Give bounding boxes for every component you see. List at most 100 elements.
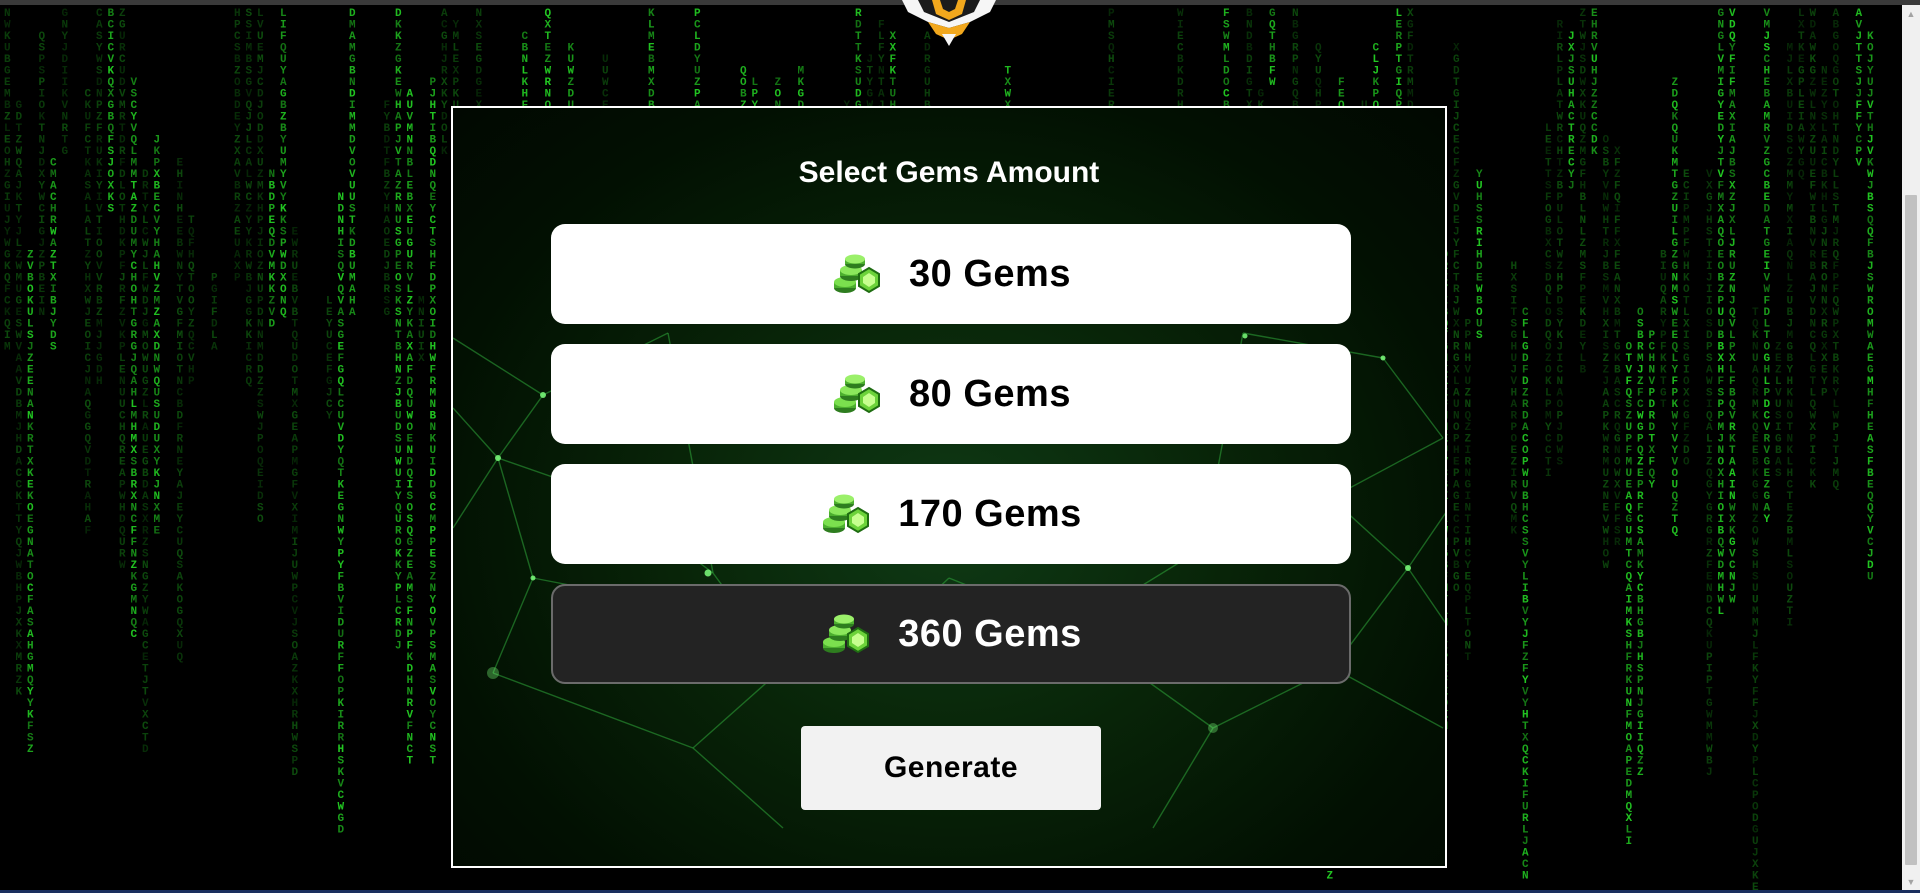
matrix-glyph: K <box>890 66 897 78</box>
matrix-glyph: A <box>1867 342 1874 354</box>
matrix-glyph: Y <box>1764 514 1771 526</box>
matrix-glyph: L <box>407 169 414 181</box>
matrix-glyph: L <box>1775 376 1782 388</box>
matrix-glyph: L <box>211 330 218 342</box>
generate-button[interactable]: Generate <box>801 726 1101 810</box>
matrix-glyph: M <box>1672 158 1679 170</box>
matrix-glyph: C <box>602 89 609 101</box>
matrix-glyph: U <box>257 158 264 170</box>
matrix-glyph: G <box>1683 353 1690 365</box>
scroll-down-arrow-icon[interactable]: ▼ <box>1902 873 1920 890</box>
gems-option-30[interactable]: 30 Gems <box>551 224 1351 324</box>
matrix-glyph: A <box>119 468 126 480</box>
matrix-glyph: L <box>1545 296 1552 308</box>
matrix-glyph: J <box>1591 77 1598 89</box>
matrix-glyph: G <box>1752 491 1759 503</box>
matrix-glyph: I <box>430 457 437 469</box>
matrix-glyph: L <box>1787 457 1794 469</box>
matrix-glyph: H <box>1867 388 1874 400</box>
matrix-glyph: K <box>1522 767 1529 779</box>
matrix-glyph: M <box>1718 66 1725 78</box>
matrix-glyph: A <box>349 284 356 296</box>
matrix-glyph: I <box>1718 491 1725 503</box>
matrix-glyph: I <box>292 514 299 526</box>
matrix-glyph: Q <box>188 227 195 239</box>
matrix-glyph: N <box>257 273 264 285</box>
matrix-glyph: C <box>338 399 345 411</box>
matrix-glyph: X <box>50 273 57 285</box>
matrix-glyph: F <box>27 595 34 607</box>
matrix-glyph: R <box>50 215 57 227</box>
matrix-glyph: K <box>62 89 69 101</box>
matrix-glyph: A <box>1856 8 1863 20</box>
matrix-glyph: Q <box>119 526 126 538</box>
matrix-glyph: U <box>338 629 345 641</box>
matrix-glyph: F <box>1752 687 1759 699</box>
matrix-glyph: H <box>430 250 437 262</box>
matrix-glyph: B <box>234 54 241 66</box>
matrix-glyph: Y <box>62 31 69 43</box>
matrix-glyph: T <box>1557 100 1564 112</box>
matrix-glyph: F <box>1752 698 1759 710</box>
matrix-glyph: J <box>1706 273 1713 285</box>
matrix-glyph: D <box>855 89 862 101</box>
matrix-glyph: S <box>395 284 402 296</box>
matrix-glyph: Q <box>1511 503 1518 515</box>
scroll-up-arrow-icon[interactable]: ▲ <box>1902 5 1920 22</box>
matrix-glyph: A <box>131 376 138 388</box>
gems-option-360[interactable]: 360 Gems <box>551 584 1351 684</box>
matrix-glyph: V <box>234 169 241 181</box>
matrix-glyph: J <box>395 388 402 400</box>
matrix-glyph: V <box>246 89 253 101</box>
matrix-glyph: U <box>1752 353 1759 365</box>
matrix-glyph: V <box>154 273 161 285</box>
matrix-glyph: G <box>177 307 184 319</box>
scrollbar-thumb[interactable] <box>1905 195 1917 865</box>
matrix-glyph: K <box>96 158 103 170</box>
matrix-glyph: B <box>1614 307 1621 319</box>
matrix-glyph: L <box>1672 353 1679 365</box>
matrix-glyph: O <box>1718 261 1725 273</box>
matrix-glyph: K <box>39 112 46 124</box>
matrix-glyph: N <box>349 77 356 89</box>
matrix-glyph: U <box>924 77 931 89</box>
matrix-glyph: S <box>131 457 138 469</box>
matrix-glyph: S <box>96 66 103 78</box>
matrix-glyph: M <box>1787 204 1794 216</box>
matrix-glyph: W <box>1810 8 1817 20</box>
matrix-glyph: S <box>1706 319 1713 331</box>
matrix-glyph: H <box>85 273 92 285</box>
gems-option-170[interactable]: 170 Gems <box>551 464 1351 564</box>
matrix-glyph: P <box>395 583 402 595</box>
matrix-glyph: D <box>50 330 57 342</box>
matrix-glyph: B <box>1810 215 1817 227</box>
matrix-glyph: A <box>1764 503 1771 515</box>
matrix-glyph: D <box>1649 399 1656 411</box>
matrix-glyph: F <box>1683 422 1690 434</box>
matrix-glyph: D <box>1522 353 1529 365</box>
matrix-glyph: P <box>119 480 126 492</box>
matrix-glyph: M <box>131 238 138 250</box>
matrix-glyph: M <box>1718 572 1725 584</box>
matrix-glyph: Z <box>1557 261 1564 273</box>
matrix-glyph: Q <box>1729 399 1736 411</box>
matrix-glyph: S <box>1833 192 1840 204</box>
matrix-glyph: R <box>1626 664 1633 676</box>
page-scrollbar[interactable]: ▲ ▼ <box>1902 5 1920 890</box>
matrix-glyph: Z <box>1511 457 1518 469</box>
matrix-glyph: Q <box>280 43 287 55</box>
matrix-glyph: A <box>395 112 402 124</box>
matrix-glyph: D <box>96 365 103 377</box>
matrix-glyph: W <box>1718 549 1725 561</box>
matrix-glyph: J <box>16 549 23 561</box>
matrix-glyph: N <box>430 733 437 745</box>
matrix-glyph: N <box>1810 112 1817 124</box>
gems-option-80[interactable]: 80 Gems <box>551 344 1351 444</box>
matrix-glyph: E <box>1775 353 1782 365</box>
matrix-glyph: Z <box>27 353 34 365</box>
matrix-glyph: C <box>326 342 333 354</box>
matrix-glyph: R <box>1821 319 1828 331</box>
matrix-glyph: M <box>1580 250 1587 262</box>
matrix-glyph: O <box>292 641 299 653</box>
matrix-glyph: L <box>522 66 529 78</box>
